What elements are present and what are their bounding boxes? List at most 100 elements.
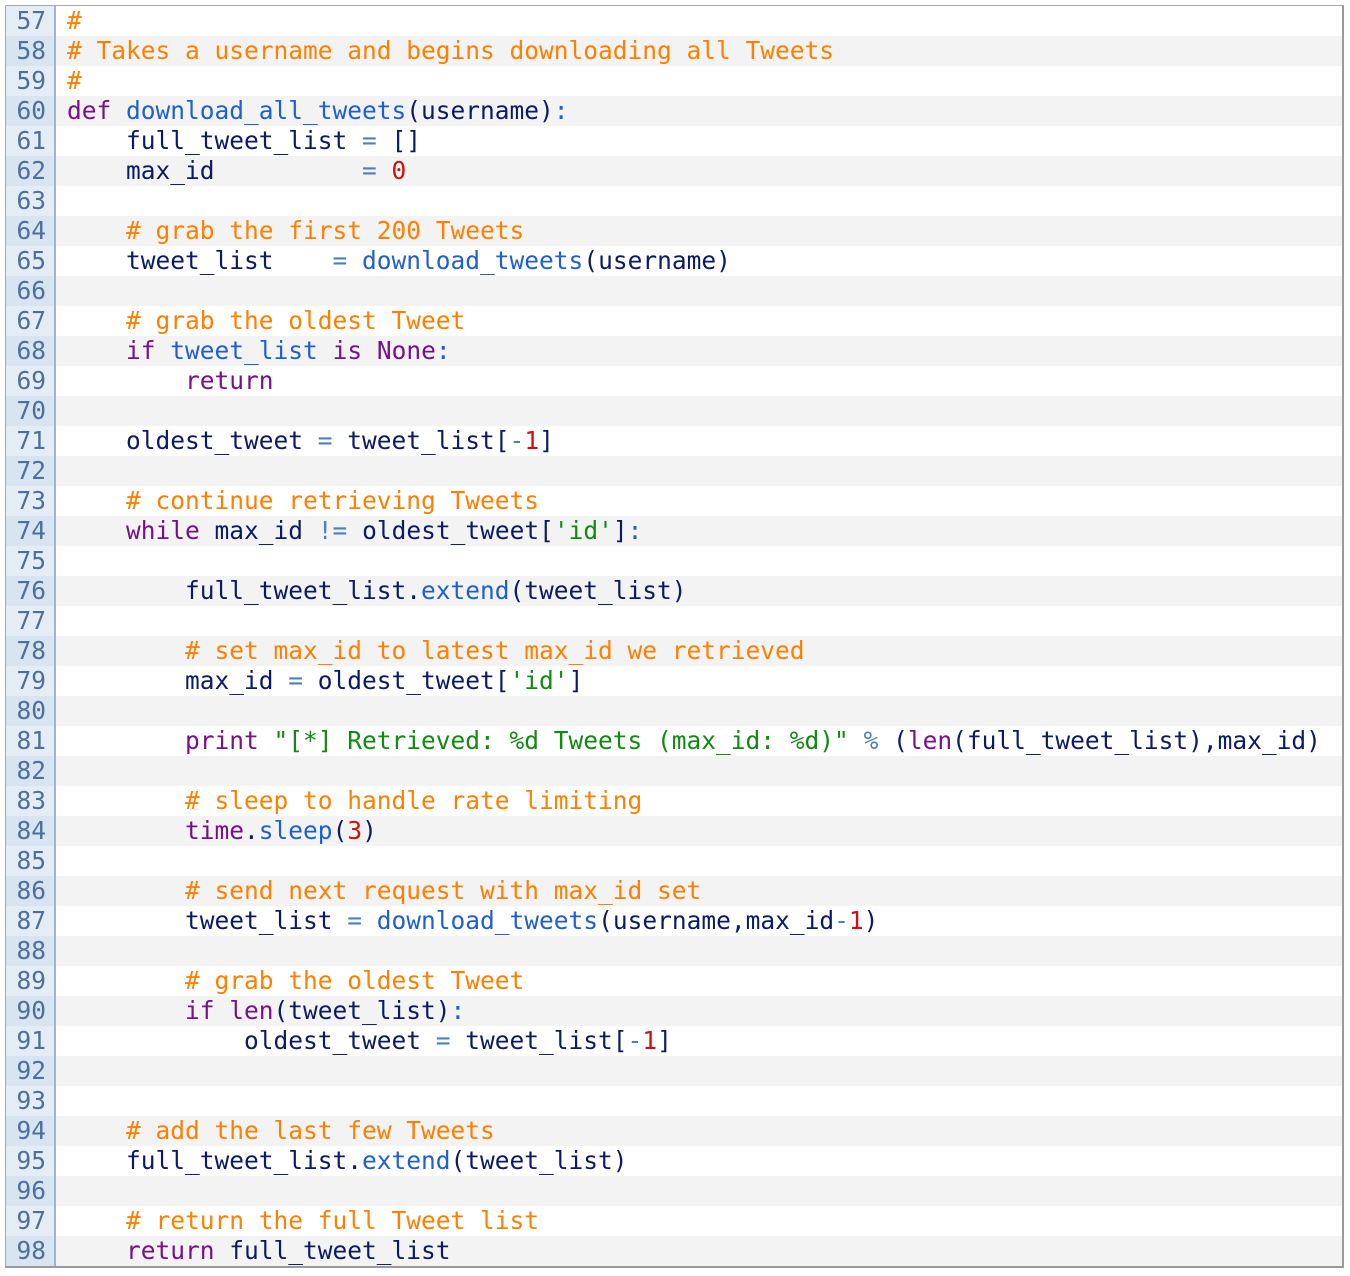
- code-line[interactable]: 58 # Takes a username and begins download…: [6, 36, 1342, 66]
- code-line[interactable]: 70: [6, 396, 1342, 426]
- line-number: 65: [6, 246, 56, 276]
- code-text: # return the full Tweet list: [67, 1206, 539, 1236]
- code-text: while max_id != oldest_tweet['id']:: [67, 516, 642, 546]
- line-number: 67: [6, 306, 56, 336]
- code-line[interactable]: 71 oldest_tweet = tweet_list[-1]: [6, 426, 1342, 456]
- code-token: # grab the oldest Tweet: [67, 306, 466, 335]
- code-line[interactable]: 88: [6, 936, 1342, 966]
- code-line[interactable]: 86 # send next request with max_id set: [6, 876, 1342, 906]
- code-token: tweet_list[: [450, 1026, 628, 1055]
- code-line[interactable]: 69 return: [6, 366, 1342, 396]
- code-token: =: [435, 1026, 451, 1055]
- code-line[interactable]: 72: [6, 456, 1342, 486]
- code-token: -: [834, 906, 849, 935]
- code-token: len: [907, 726, 953, 755]
- code-line[interactable]: 57 #: [6, 6, 1342, 36]
- code-text: full_tweet_list.extend(tweet_list): [67, 1146, 628, 1176]
- code-token: tweet_list: [67, 906, 348, 935]
- code-token: (username): [406, 96, 554, 125]
- code-line[interactable]: 60 def download_all_tweets(username):: [6, 96, 1342, 126]
- code-token: max_id: [67, 666, 289, 695]
- code-line[interactable]: 77: [6, 606, 1342, 636]
- line-number: 70: [6, 396, 56, 426]
- line-number: 64: [6, 216, 56, 246]
- code-line[interactable]: 90 if len(tweet_list):: [6, 996, 1342, 1026]
- code-line[interactable]: 63: [6, 186, 1342, 216]
- code-line[interactable]: 95 full_tweet_list.extend(tweet_list): [6, 1146, 1342, 1176]
- code-token: # add the last few Tweets: [67, 1116, 495, 1145]
- code-token: =: [288, 666, 304, 695]
- code-line[interactable]: 59 #: [6, 66, 1342, 96]
- line-number: 81: [6, 726, 56, 756]
- code-token: max_id: [199, 516, 318, 545]
- code-line[interactable]: 62 max_id = 0: [6, 156, 1342, 186]
- code-line[interactable]: 79 max_id = oldest_tweet['id']: [6, 666, 1342, 696]
- code-token: if: [126, 336, 171, 365]
- line-number: 74: [6, 516, 56, 546]
- code-line[interactable]: 74 while max_id != oldest_tweet['id']:: [6, 516, 1342, 546]
- code-token: 3: [347, 816, 363, 845]
- code-token: # Takes a username and begins downloadin…: [67, 36, 835, 65]
- code-lines: 57 #58 # Takes a username and begins downl…: [6, 6, 1342, 1266]
- code-line[interactable]: 89 # grab the oldest Tweet: [6, 966, 1342, 996]
- code-line[interactable]: 98 return full_tweet_list: [6, 1236, 1342, 1266]
- code-token: # sleep to handle rate limiting: [67, 786, 643, 815]
- code-line[interactable]: 96: [6, 1176, 1342, 1206]
- code-line[interactable]: 87 tweet_list = download_tweets(username…: [6, 906, 1342, 936]
- code-line[interactable]: 61 full_tweet_list = []: [6, 126, 1342, 156]
- code-line[interactable]: 85: [6, 846, 1342, 876]
- code-text: if len(tweet_list):: [67, 996, 465, 1026]
- code-line[interactable]: 76 full_tweet_list.extend(tweet_list): [6, 576, 1342, 606]
- line-number: 82: [6, 756, 56, 786]
- code-line[interactable]: 93: [6, 1086, 1342, 1116]
- line-number: 72: [6, 456, 56, 486]
- code-line[interactable]: 65 tweet_list = download_tweets(username…: [6, 246, 1342, 276]
- code-line[interactable]: 67 # grab the oldest Tweet: [6, 306, 1342, 336]
- code-token: max_id: [67, 156, 363, 185]
- code-line[interactable]: 64 # grab the first 200 Tweets: [6, 216, 1342, 246]
- code-text: oldest_tweet = tweet_list[-1]: [67, 426, 554, 456]
- code-line[interactable]: 80: [6, 696, 1342, 726]
- line-number: 63: [6, 186, 56, 216]
- code-token: tweet_list: [67, 246, 333, 275]
- code-text: # set max_id to latest max_id we retriev…: [67, 636, 805, 666]
- code-line[interactable]: 73 # continue retrieving Tweets: [6, 486, 1342, 516]
- code-text: # grab the oldest Tweet: [67, 306, 465, 336]
- code-token: return: [185, 366, 274, 395]
- code-line[interactable]: 97 # return the full Tweet list: [6, 1206, 1342, 1236]
- code-line[interactable]: 83 # sleep to handle rate limiting: [6, 786, 1342, 816]
- code-line[interactable]: 75: [6, 546, 1342, 576]
- code-line[interactable]: 66: [6, 276, 1342, 306]
- code-line[interactable]: 68 if tweet_list is None:: [6, 336, 1342, 366]
- line-number: 86: [6, 876, 56, 906]
- line-number: 98: [6, 1236, 56, 1266]
- code-token: 0: [391, 156, 407, 185]
- code-line[interactable]: 78 # set max_id to latest max_id we retr…: [6, 636, 1342, 666]
- code-token: :: [450, 996, 466, 1025]
- code-token: oldest_tweet[: [347, 516, 554, 545]
- line-number: 85: [6, 846, 56, 876]
- code-line[interactable]: 81 print "[*] Retrieved: %d Tweets (max_…: [6, 726, 1342, 756]
- code-line[interactable]: 84 time.sleep(3): [6, 816, 1342, 846]
- line-number: 76: [6, 576, 56, 606]
- code-line[interactable]: 82: [6, 756, 1342, 786]
- code-editor[interactable]: 57 #58 # Takes a username and begins downl…: [5, 5, 1344, 1268]
- code-line[interactable]: 94 # add the last few Tweets: [6, 1116, 1342, 1146]
- line-number: 58: [6, 36, 56, 66]
- code-token: full_tweet_list.: [67, 1146, 363, 1175]
- line-number: 95: [6, 1146, 56, 1176]
- line-number: 97: [6, 1206, 56, 1236]
- line-number: 61: [6, 126, 56, 156]
- code-token: %: [863, 726, 879, 755]
- line-number: 69: [6, 366, 56, 396]
- code-line[interactable]: 92: [6, 1056, 1342, 1086]
- code-line[interactable]: 91 oldest_tweet = tweet_list[-1]: [6, 1026, 1342, 1056]
- code-text: # continue retrieving Tweets: [67, 486, 539, 516]
- code-token: # set max_id to latest max_id we retriev…: [67, 636, 805, 665]
